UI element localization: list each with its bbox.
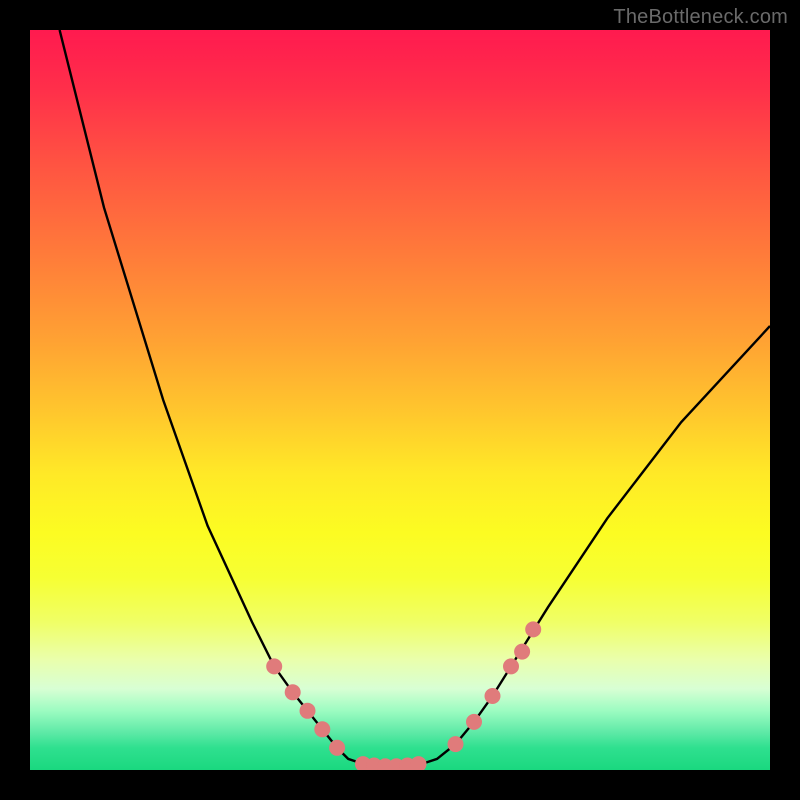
data-marker (266, 658, 282, 674)
data-marker (525, 621, 541, 637)
data-markers (266, 621, 541, 770)
chart-svg (30, 30, 770, 770)
data-marker (314, 721, 330, 737)
data-marker (300, 703, 316, 719)
data-marker (485, 688, 501, 704)
data-marker (329, 740, 345, 756)
data-marker (448, 736, 464, 752)
data-marker (466, 714, 482, 730)
chart-frame: TheBottleneck.com (0, 0, 800, 800)
plot-area (30, 30, 770, 770)
data-marker (503, 658, 519, 674)
data-marker (411, 756, 427, 770)
data-marker (285, 684, 301, 700)
watermark-text: TheBottleneck.com (613, 6, 788, 29)
bottleneck-curve (60, 30, 770, 767)
data-marker (514, 644, 530, 660)
